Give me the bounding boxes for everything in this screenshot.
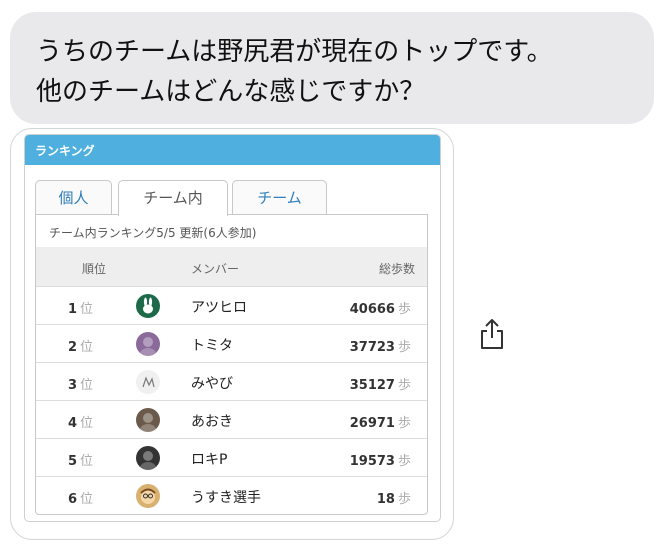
header-rank: 順位 (82, 262, 107, 276)
avatar[interactable] (136, 446, 160, 470)
steps-unit: 歩 (397, 492, 411, 507)
steps-unit: 歩 (397, 454, 411, 469)
ranking-rows: 1 位アツヒロ 40666 歩 2 位トミタ 37723 歩 3 位みやび 35127 歩 4 位あおき 2… (36, 286, 427, 514)
rank-cell: 4位 (68, 412, 108, 431)
steps-value: 19573 (349, 454, 395, 469)
rank-cell: 2位 (68, 336, 108, 355)
steps-value: 18 (376, 492, 395, 507)
ranking-update-note: チーム内ランキング5/5 更新(6人参加) (49, 226, 257, 240)
avatar[interactable] (136, 294, 160, 318)
member-name: アツヒロ (191, 300, 247, 316)
member-name: ロキP (191, 452, 228, 468)
tab-team[interactable]: チーム (232, 180, 327, 215)
rank-value: 1 (68, 302, 78, 317)
rank-value: 4 (68, 416, 78, 431)
rank-unit: 位 (80, 340, 94, 355)
avatar[interactable] (136, 332, 160, 356)
member-name: あおき (191, 414, 233, 430)
share-icon[interactable] (478, 317, 506, 351)
steps-cell: 35127 歩 (350, 374, 411, 393)
avatar[interactable] (136, 370, 160, 394)
ranking-card-title: ランキング (25, 135, 440, 165)
steps-cell: 19573 歩 (350, 450, 411, 469)
rank-unit: 位 (80, 454, 94, 469)
steps-value: 37723 (349, 340, 395, 355)
header-steps: 総歩数 (378, 262, 415, 276)
ranking-panel: チーム内ランキング5/5 更新(6人参加) 順位 メンバー 総歩数 1 位アツヒロ… (35, 214, 428, 515)
tab-individual[interactable]: 個人 (35, 180, 112, 215)
message-line-2: 他のチームはどんな感じですか？ (36, 77, 426, 107)
table-row[interactable]: 4 位 あおき 26971 歩 (36, 400, 427, 438)
member-name: トミタ (191, 338, 233, 354)
rank-value: 3 (68, 378, 78, 393)
rank-value: 5 (68, 454, 78, 469)
steps-unit: 歩 (397, 340, 411, 355)
rank-unit: 位 (80, 416, 94, 431)
steps-cell: 37723 歩 (350, 336, 411, 355)
steps-cell: 18 歩 (377, 488, 411, 507)
rank-cell: 5位 (68, 450, 108, 469)
steps-unit: 歩 (397, 378, 411, 393)
member-name: うすき選手 (191, 490, 261, 506)
member-name: みやび (191, 376, 233, 392)
rank-unit: 位 (80, 378, 94, 393)
rank-cell: 3位 (68, 374, 108, 393)
header-member: メンバー (191, 262, 240, 276)
table-row[interactable]: 1 位 アツヒロ 40666 歩 (36, 286, 427, 324)
steps-value: 26971 (349, 416, 395, 431)
avatar[interactable] (136, 484, 160, 508)
table-row[interactable]: 6 位 うすき選手 18 歩 (36, 476, 427, 514)
table-row[interactable]: 5 位 ロキP 19573 歩 (36, 438, 427, 476)
steps-unit: 歩 (397, 416, 411, 431)
table-row[interactable]: 3 位 みやび 35127 歩 (36, 362, 427, 400)
steps-unit: 歩 (397, 302, 411, 317)
message-line-1: うちのチームは野尻君が現在のトップです。 (36, 37, 553, 67)
rank-value: 2 (68, 340, 78, 355)
rank-unit: 位 (80, 492, 94, 507)
rank-unit: 位 (80, 302, 94, 317)
avatar[interactable] (136, 408, 160, 432)
rank-value: 6 (68, 492, 78, 507)
steps-cell: 40666 歩 (350, 298, 411, 317)
message-bubble[interactable]: うちのチームは野尻君が現在のトップです。 他のチームはどんな感じですか？ (10, 12, 654, 124)
rank-cell: 1位 (68, 298, 108, 317)
ranking-card: ランキング 個人 チーム内 チーム チーム内ランキング5/5 更新(6人参加) … (24, 134, 441, 522)
tab-in-team[interactable]: チーム内 (118, 180, 228, 216)
steps-value: 40666 (349, 302, 395, 317)
rank-cell: 6位 (68, 488, 108, 507)
table-row[interactable]: 2 位 トミタ 37723 歩 (36, 324, 427, 362)
ranking-table-header: 順位 メンバー 総歩数 (36, 247, 427, 286)
steps-value: 35127 (349, 378, 395, 393)
steps-cell: 26971 歩 (350, 412, 411, 431)
